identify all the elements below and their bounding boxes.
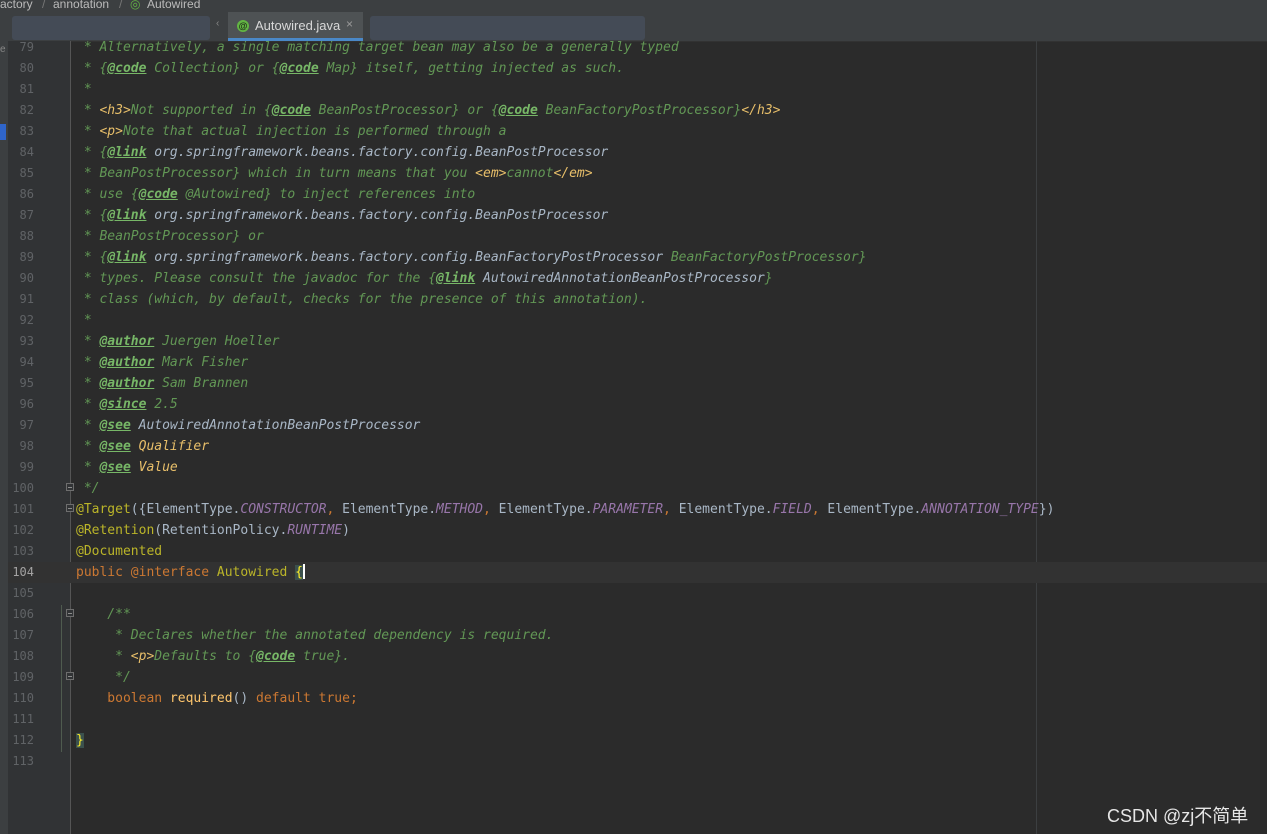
code-line: 92 *	[8, 310, 1267, 331]
code-line: 79 * Alternatively, a single matching ta…	[8, 37, 1267, 58]
code-line: 96 * @since 2.5	[8, 394, 1267, 415]
line-number: 83	[19, 124, 34, 138]
line-number: 100	[12, 481, 34, 495]
code-line: 93 * @author Juergen Hoeller	[8, 331, 1267, 352]
line-number: 99	[19, 460, 34, 474]
line-number: 82	[19, 103, 34, 117]
line-number: 95	[19, 376, 34, 390]
line-number: 79	[19, 40, 34, 54]
code-line: 90 * types. Please consult the javadoc f…	[8, 268, 1267, 289]
line-number: 112	[12, 733, 34, 747]
line-number: 103	[12, 544, 34, 558]
close-icon[interactable]: ×	[346, 17, 353, 31]
line-number: 101	[12, 502, 34, 516]
code-line: 106 /**	[8, 604, 1267, 625]
line-number: 107	[12, 628, 34, 642]
line-number: 88	[19, 229, 34, 243]
code-line: 91 * class (which, by default, checks fo…	[8, 289, 1267, 310]
code-line: 105	[8, 583, 1267, 604]
code-line: 81 *	[8, 79, 1267, 100]
code-line: 85 * BeanPostProcessor} which in turn me…	[8, 163, 1267, 184]
line-number: 104	[12, 565, 34, 579]
code-line: 86 * use {@code @Autowired} to inject re…	[8, 184, 1267, 205]
line-number: 81	[19, 82, 34, 96]
line-number: 102	[12, 523, 34, 537]
code-line: 89 * {@link org.springframework.beans.fa…	[8, 247, 1267, 268]
code-line: 112}	[8, 730, 1267, 751]
line-number: 92	[19, 313, 34, 327]
line-number: 86	[19, 187, 34, 201]
line-number: 93	[19, 334, 34, 348]
code-line: 103 @Documented	[8, 541, 1267, 562]
fold-collapse-icon[interactable]	[66, 609, 74, 617]
code-line: 102 @Retention(RetentionPolicy.RUNTIME)	[8, 520, 1267, 541]
fold-collapse-icon[interactable]	[66, 483, 74, 491]
line-number: 110	[12, 691, 34, 705]
watermark: CSDN @zj不简单	[1107, 806, 1249, 826]
line-number: 113	[12, 754, 34, 768]
line-number: 84	[19, 145, 34, 159]
tool-window-button[interactable]: e	[0, 44, 6, 55]
line-number: 111	[12, 712, 34, 726]
code-editor[interactable]: 79 * Alternatively, a single matching ta…	[8, 37, 1267, 772]
code-line: 83 * <p>Note that actual injection is pe…	[8, 121, 1267, 142]
text-caret	[303, 564, 305, 579]
breadcrumb-factory[interactable]: actory	[0, 0, 33, 11]
annotation-file-icon: @	[237, 20, 249, 32]
code-line: 111	[8, 709, 1267, 730]
code-line: 101 @Target({ElementType.CONSTRUCTOR, Ele…	[8, 499, 1267, 520]
line-number: 98	[19, 439, 34, 453]
code-line: 98 * @see Qualifier	[8, 436, 1267, 457]
line-number: 106	[12, 607, 34, 621]
code-line: 94 * @author Mark Fisher	[8, 352, 1267, 373]
code-line: 99 * @see Value	[8, 457, 1267, 478]
fold-collapse-icon[interactable]	[66, 672, 74, 680]
line-number: 85	[19, 166, 34, 180]
code-line: 84 * {@link org.springframework.beans.fa…	[8, 142, 1267, 163]
tab-label: Autowired.java	[255, 18, 341, 33]
navigation-bar: actory / annotation / ◎ Autowired	[0, 0, 1267, 12]
annotation-icon: ◎	[130, 0, 141, 11]
code-line: 87 * {@link org.springframework.beans.fa…	[8, 205, 1267, 226]
breadcrumb-annotation[interactable]: annotation	[53, 0, 109, 11]
line-number: 108	[12, 649, 34, 663]
code-line: 82 * <h3>Not supported in {@code BeanPos…	[8, 100, 1267, 121]
line-number: 90	[19, 271, 34, 285]
line-number: 80	[19, 61, 34, 75]
code-line: 107 * Declares whether the annotated dep…	[8, 625, 1267, 646]
code-line: 88 * BeanPostProcessor} or	[8, 226, 1267, 247]
tool-window-active-marker[interactable]	[0, 124, 6, 140]
line-number: 96	[19, 397, 34, 411]
code-line: 80 * {@code Collection} or {@code Map} i…	[8, 58, 1267, 79]
code-line: 108 * <p>Defaults to {@code true}.	[8, 646, 1267, 667]
line-number: 109	[12, 670, 34, 684]
code-line: 109 */	[8, 667, 1267, 688]
code-line: 97 * @see AutowiredAnnotationBeanPostPro…	[8, 415, 1267, 436]
code-line: 110 boolean required() default true;	[8, 688, 1267, 709]
line-number: 91	[19, 292, 34, 306]
breadcrumb-separator: /	[42, 0, 46, 11]
line-number: 87	[19, 208, 34, 222]
line-number: 105	[12, 586, 34, 600]
line-number: 97	[19, 418, 34, 432]
chevron-left-icon[interactable]: ‹	[216, 18, 219, 29]
fold-collapse-icon[interactable]	[66, 504, 74, 512]
line-number: 94	[19, 355, 34, 369]
code-line-current: 104 public @interface Autowired {	[8, 562, 1267, 583]
code-line: 95 * @author Sam Brannen	[8, 373, 1267, 394]
code-line: 100 */	[8, 478, 1267, 499]
tool-window-strip	[0, 41, 8, 834]
line-number: 89	[19, 250, 34, 264]
code-line: 113	[8, 751, 1267, 772]
breadcrumb-autowired[interactable]: Autowired	[147, 0, 200, 11]
breadcrumb-separator: /	[119, 0, 123, 11]
